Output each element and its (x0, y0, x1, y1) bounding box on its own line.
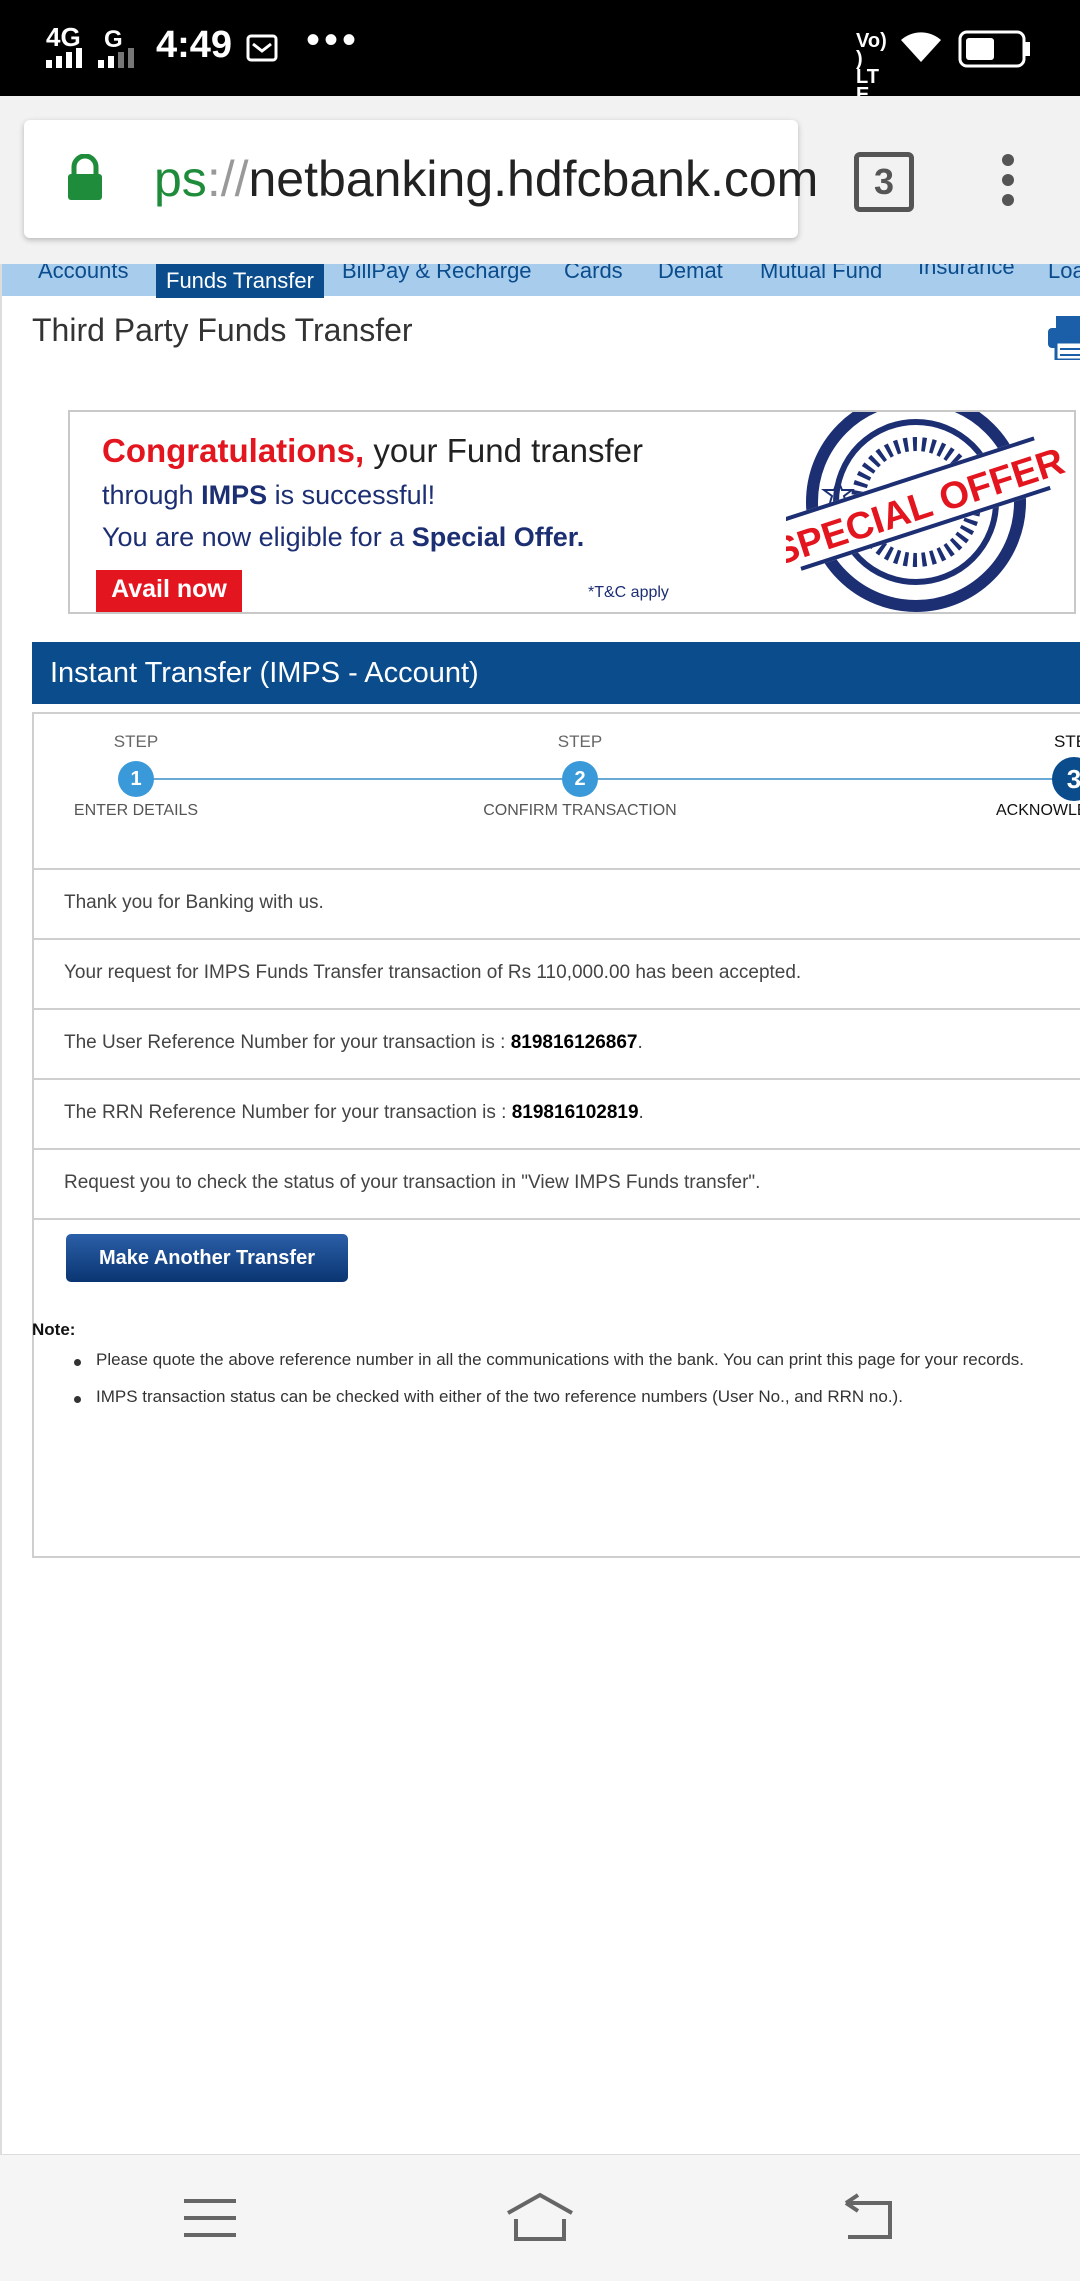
signal-icon (46, 48, 82, 68)
message-row: Request you to check the status of your … (32, 1148, 1080, 1218)
user-reference-number: 819816126867 (510, 1032, 638, 1053)
menu-icon[interactable] (184, 2197, 238, 2239)
step-1-marker: 1 (118, 761, 154, 797)
step-1-caption: ENTER DETAILS (73, 802, 199, 819)
step-2-label: STEP (557, 732, 603, 751)
step-connector (136, 778, 580, 780)
mail-icon (246, 34, 278, 62)
nav-loans[interactable]: Loa (1048, 264, 1080, 284)
page-title: Third Party Funds Transfer (32, 312, 413, 348)
accepted-text: Your request for IMPS Funds Transfer tra… (64, 962, 802, 983)
avail-now-button[interactable]: Avail now (96, 570, 242, 612)
bullet-icon (74, 1396, 81, 1403)
imps-section-header: Instant Transfer (IMPS - Account) (32, 642, 1080, 704)
message-row: Your request for IMPS Funds Transfer tra… (32, 938, 1080, 1008)
banner-line-3: You are now eligible for a Special Offer… (102, 522, 585, 552)
rrn-reference-number: 819816102819 (511, 1102, 639, 1123)
banner-headline: Congratulations, your Fund transfer (102, 432, 643, 469)
home-icon[interactable] (504, 2191, 576, 2243)
rrn-reference-text: The RRN Reference Number for your transa… (64, 1102, 644, 1123)
more-options-icon[interactable] (998, 152, 1018, 208)
step-3-caption: ACKNOWLE (996, 802, 1080, 819)
message-row: The User Reference Number for your trans… (32, 1008, 1080, 1078)
url-text[interactable]: ps://netbanking.hdfcbank.com (154, 150, 818, 208)
message-row: The RRN Reference Number for your transa… (32, 1078, 1080, 1148)
step-connector (580, 778, 1070, 780)
more-notifications: ••• (306, 18, 361, 62)
status-check-text: Request you to check the status of your … (64, 1172, 761, 1193)
lock-icon (68, 154, 102, 200)
step-1-label: STEP (113, 732, 159, 751)
nav-billpay[interactable]: BillPay & Recharge (342, 264, 532, 284)
nav-accounts[interactable]: Accounts (38, 264, 129, 284)
row-divider (32, 1218, 1080, 1220)
tandc-note: *T&C apply (588, 584, 669, 601)
volte-indicator: Vo)) LTE (856, 30, 887, 106)
tab-switcher-button[interactable]: 3 (854, 152, 914, 212)
note-item: Please quote the above reference number … (96, 1350, 1024, 1369)
signal-icon (98, 48, 134, 68)
nav-cards[interactable]: Cards (564, 264, 623, 284)
status-bar: 4G G 4:49 ••• Vo)) LTE (0, 0, 1080, 105)
thanks-text: Thank you for Banking with us. (64, 892, 324, 913)
print-icon[interactable] (1048, 316, 1080, 360)
nav-insurance[interactable]: Insurance (918, 264, 1015, 280)
address-bar[interactable]: ps://netbanking.hdfcbank.com (24, 120, 818, 238)
network-indicator: 4G (46, 22, 81, 52)
web-page: Accounts Funds Transfer BillPay & Rechar… (0, 264, 1080, 2154)
special-offer-banner[interactable]: Congratulations, your Fund transfer thro… (68, 410, 1076, 614)
nav-mutual-fund[interactable]: Mutual Fund (760, 264, 882, 284)
user-reference-text: The User Reference Number for your trans… (64, 1032, 643, 1053)
bullet-icon (74, 1359, 81, 1366)
wifi-icon (901, 32, 941, 62)
battery-icon (958, 30, 1030, 68)
system-navigation-bar (0, 2154, 1080, 2281)
special-offer-seal-icon: SPECIAL OFFER (786, 412, 1070, 612)
message-row: Thank you for Banking with us. (32, 868, 1080, 938)
back-icon[interactable] (842, 2193, 896, 2241)
step-3-label: STE (1054, 732, 1080, 751)
step-2-caption: CONFIRM TRANSACTION (483, 802, 677, 819)
step-2-marker: 2 (562, 761, 598, 797)
make-another-transfer-button[interactable]: Make Another Transfer (66, 1234, 348, 1282)
note-label: Note: (32, 1320, 76, 1339)
nav-demat[interactable]: Demat (658, 264, 723, 284)
banner-line-2: through IMPS is successful! (102, 480, 436, 510)
note-item: IMPS transaction status can be checked w… (96, 1387, 903, 1406)
top-navigation: Accounts Funds Transfer BillPay & Rechar… (2, 264, 1080, 298)
nav-funds-transfer[interactable]: Funds Transfer (156, 264, 324, 298)
clock: 4:49 (156, 24, 233, 66)
